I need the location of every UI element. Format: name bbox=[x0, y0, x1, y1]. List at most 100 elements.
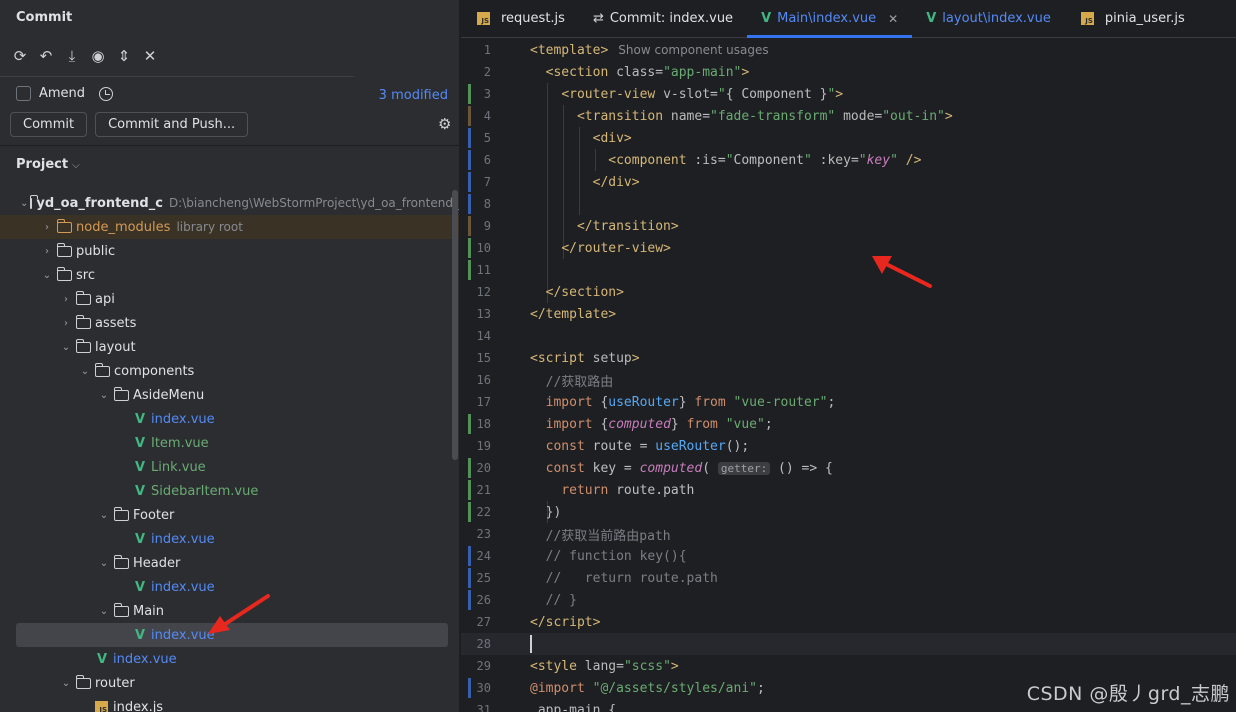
shelve-icon[interactable]: ⤓ bbox=[62, 44, 82, 68]
tree-file[interactable]: V Item.vue bbox=[0, 431, 459, 455]
rollback-icon[interactable]: ↶ bbox=[36, 44, 56, 68]
chevron-right-icon[interactable]: › bbox=[58, 318, 74, 329]
vcs-change-marker[interactable] bbox=[468, 106, 471, 126]
tree-file[interactable]: Vindex.vue bbox=[16, 623, 448, 647]
code-line[interactable]: 19 const route = useRouter(); bbox=[461, 435, 1236, 457]
code-line[interactable]: 17 import {useRouter} from "vue-router"; bbox=[461, 391, 1236, 413]
vcs-change-marker[interactable] bbox=[468, 480, 471, 500]
amend-checkbox[interactable] bbox=[16, 86, 31, 101]
vcs-change-marker[interactable] bbox=[468, 128, 471, 148]
close-icon[interactable]: ✕ bbox=[888, 12, 898, 26]
code-line[interactable]: 6 <component :is="Component" :key="key" … bbox=[461, 149, 1236, 171]
tree-folder[interactable]: ⌄ Main bbox=[0, 599, 459, 623]
tree-file[interactable]: Vindex.vue bbox=[0, 527, 459, 551]
chevron-down-icon[interactable]: ⌄ bbox=[58, 342, 74, 353]
code-line[interactable]: 29 <style lang="scss"> bbox=[461, 655, 1236, 677]
tree-folder[interactable]: ⌄ Footer bbox=[0, 503, 459, 527]
vcs-change-marker[interactable] bbox=[468, 150, 471, 170]
code-line[interactable]: 24 // function key(){ bbox=[461, 545, 1236, 567]
code-line[interactable]: 20 const key = computed( getter: () => { bbox=[461, 457, 1236, 479]
code-line[interactable]: 25 // return route.path bbox=[461, 567, 1236, 589]
chevron-right-icon[interactable]: › bbox=[39, 222, 55, 233]
amend-label[interactable]: Amend bbox=[39, 86, 85, 101]
code-line[interactable]: 3 <router-view v-slot="{ Component }"> bbox=[461, 83, 1236, 105]
editor-tab[interactable]: ⇄ Commit: index.vue bbox=[579, 0, 747, 37]
vcs-change-marker[interactable] bbox=[468, 194, 471, 214]
code-line[interactable]: 18 import {computed} from "vue"; bbox=[461, 413, 1236, 435]
chevron-down-icon[interactable]: ⌄ bbox=[39, 270, 55, 281]
commit-and-push-button[interactable]: Commit and Push... bbox=[95, 112, 249, 137]
tree-file[interactable]: Vindex.vue bbox=[0, 575, 459, 599]
code-line[interactable]: 2 <section class="app-main"> bbox=[461, 61, 1236, 83]
tree-scrollbar[interactable] bbox=[452, 190, 458, 460]
commit-button[interactable]: Commit bbox=[10, 112, 88, 137]
code-line[interactable]: 23 //获取当前路由path bbox=[461, 523, 1236, 545]
code-line[interactable]: 16 //获取路由 bbox=[461, 369, 1236, 391]
editor-tab[interactable]: JS pinia_user.js bbox=[1065, 0, 1199, 37]
code-line[interactable]: 12 </section> bbox=[461, 281, 1236, 303]
chevron-down-icon[interactable]: ⌄ bbox=[77, 366, 93, 377]
vcs-change-marker[interactable] bbox=[468, 172, 471, 192]
code-line[interactable]: 26 // } bbox=[461, 589, 1236, 611]
editor-tab[interactable]: V Main\index.vue ✕ bbox=[747, 0, 913, 38]
tree-folder[interactable]: ⌄ src bbox=[0, 263, 459, 287]
show-diff-eye-icon[interactable]: ◉ bbox=[88, 44, 108, 68]
vcs-change-marker[interactable] bbox=[468, 216, 471, 236]
code-line[interactable]: 4 <transition name="fade-transform" mode… bbox=[461, 105, 1236, 127]
code-line[interactable]: 15 <script setup> bbox=[461, 347, 1236, 369]
editor-tab[interactable]: Vlayout\index.vue bbox=[912, 0, 1065, 37]
chevron-down-icon[interactable]: ⌄ bbox=[58, 678, 74, 689]
modified-count-link[interactable]: 3 modified bbox=[379, 88, 448, 103]
chevron-down-icon[interactable]: ⌄ bbox=[96, 558, 112, 569]
tree-folder[interactable]: ⌄ components bbox=[0, 359, 459, 383]
vcs-change-marker[interactable] bbox=[468, 678, 471, 698]
vcs-change-marker[interactable] bbox=[468, 590, 471, 610]
tree-folder[interactable]: ⌄ Header bbox=[0, 551, 459, 575]
code-line[interactable]: 10 </router-view> bbox=[461, 237, 1236, 259]
code-line[interactable]: 28 bbox=[461, 633, 1236, 655]
vcs-change-marker[interactable] bbox=[468, 502, 471, 522]
code-line[interactable]: 22 }) bbox=[461, 501, 1236, 523]
vcs-change-marker[interactable] bbox=[468, 260, 471, 280]
project-panel-title[interactable]: Project ⌵ bbox=[16, 157, 80, 172]
chevron-right-icon[interactable]: › bbox=[39, 246, 55, 257]
vcs-change-marker[interactable] bbox=[468, 238, 471, 258]
vcs-change-marker[interactable] bbox=[468, 568, 471, 588]
code-line[interactable]: 9 </transition> bbox=[461, 215, 1236, 237]
tree-folder[interactable]: ⌄ router bbox=[0, 671, 459, 695]
collapse-all-icon[interactable]: ✕ bbox=[140, 44, 160, 68]
tree-folder[interactable]: › public bbox=[0, 239, 459, 263]
tree-folder[interactable]: ⌄ layout bbox=[0, 335, 459, 359]
chevron-right-icon[interactable]: › bbox=[58, 294, 74, 305]
code-line[interactable]: 13 </template> bbox=[461, 303, 1236, 325]
tree-folder[interactable]: › assets bbox=[0, 311, 459, 335]
tree-file[interactable]: V Link.vue bbox=[0, 455, 459, 479]
tree-folder[interactable]: › api bbox=[0, 287, 459, 311]
component-usages-hint[interactable]: Show component usages bbox=[618, 43, 768, 57]
editor-tab[interactable]: JS request.js bbox=[461, 0, 579, 37]
code-line[interactable]: 14 bbox=[461, 325, 1236, 347]
tree-file[interactable]: JS index.js bbox=[0, 695, 459, 712]
chevron-down-icon[interactable]: ⌄ bbox=[96, 390, 112, 401]
code-line[interactable]: 27 </script> bbox=[461, 611, 1236, 633]
refresh-icon[interactable]: ⟳ bbox=[10, 44, 30, 68]
tree-file[interactable]: Vindex.vue bbox=[0, 407, 459, 431]
code-line[interactable]: 7 </div> bbox=[461, 171, 1236, 193]
vcs-change-marker[interactable] bbox=[468, 414, 471, 434]
tree-file[interactable]: V SidebarItem.vue bbox=[0, 479, 459, 503]
code-line[interactable]: 5 <div> bbox=[461, 127, 1236, 149]
code-view[interactable]: 1 <template> Show component usages 2 <secti… bbox=[461, 39, 1236, 712]
tree-folder[interactable]: › node_modules library root bbox=[0, 215, 459, 239]
chevron-down-icon[interactable]: ⌄ bbox=[96, 606, 112, 617]
code-line[interactable]: 21 return route.path bbox=[461, 479, 1236, 501]
code-line[interactable]: 1 <template> Show component usages bbox=[461, 39, 1236, 61]
commit-history-clock-icon[interactable] bbox=[99, 86, 114, 101]
expand-all-icon[interactable]: ⇕ bbox=[114, 44, 134, 68]
code-line[interactable]: 11 bbox=[461, 259, 1236, 281]
chevron-down-icon[interactable]: ⌄ bbox=[96, 510, 112, 521]
vcs-change-marker[interactable] bbox=[468, 458, 471, 478]
tree-folder[interactable]: ⌄ AsideMenu bbox=[0, 383, 459, 407]
code-line[interactable]: 8 bbox=[461, 193, 1236, 215]
commit-options-gear-icon[interactable]: ⚙ bbox=[438, 115, 451, 133]
vcs-change-marker[interactable] bbox=[468, 84, 471, 104]
